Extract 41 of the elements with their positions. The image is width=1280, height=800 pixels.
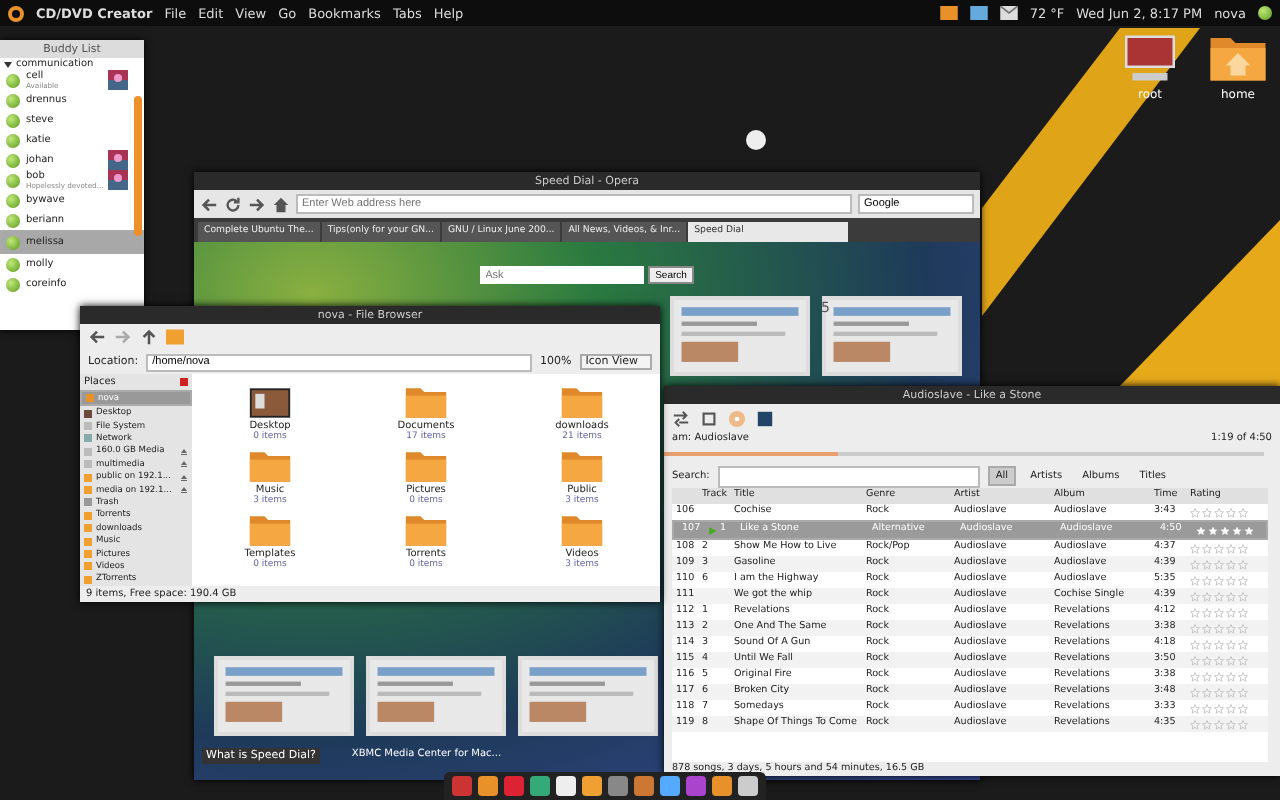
eject-icon[interactable] <box>180 486 188 495</box>
expander-icon[interactable] <box>4 61 12 67</box>
shuffle-icon[interactable] <box>672 409 690 427</box>
forward-icon[interactable] <box>248 195 266 213</box>
eject-icon[interactable] <box>180 447 188 456</box>
star-rating[interactable] <box>1190 671 1250 681</box>
page-thumbnail[interactable] <box>669 296 809 376</box>
eject-icon[interactable] <box>180 473 188 482</box>
page-thumbnail[interactable] <box>213 656 353 736</box>
star-rating[interactable] <box>1190 559 1250 569</box>
star-rating[interactable] <box>1190 591 1250 601</box>
page-thumbnail[interactable] <box>365 656 505 736</box>
status-icon[interactable] <box>1258 6 1272 20</box>
page-thumbnail[interactable] <box>517 656 657 736</box>
mail-icon[interactable] <box>999 6 1018 20</box>
reload-icon[interactable] <box>224 195 242 213</box>
star-rating[interactable] <box>1190 543 1250 553</box>
star-rating[interactable] <box>1190 703 1250 713</box>
star-rating[interactable] <box>1190 575 1250 585</box>
square-icon[interactable] <box>756 409 774 427</box>
up-icon[interactable] <box>140 328 158 346</box>
star-rating[interactable] <box>1190 655 1250 665</box>
home-icon[interactable] <box>272 195 290 213</box>
star-rating[interactable] <box>1190 719 1250 729</box>
desktop-icon[interactable] <box>248 386 292 420</box>
computer-icon[interactable] <box>1120 32 1180 84</box>
page-thumbnail[interactable] <box>821 296 961 376</box>
star-rating[interactable] <box>1190 607 1250 617</box>
menu-icon[interactable] <box>8 5 24 21</box>
back-icon[interactable] <box>200 195 218 213</box>
star-rating[interactable] <box>1190 687 1250 697</box>
disc-icon[interactable] <box>728 409 746 427</box>
star-rating[interactable] <box>1190 623 1250 633</box>
scrollbar[interactable] <box>134 96 142 236</box>
back-icon[interactable] <box>88 328 106 346</box>
eject-icon[interactable] <box>180 460 188 469</box>
search-field[interactable] <box>717 465 980 487</box>
star-rating[interactable] <box>1196 525 1256 535</box>
paint-splash-drawing <box>746 130 766 150</box>
star-rating[interactable] <box>1190 507 1250 517</box>
star-rating[interactable] <box>1190 639 1250 649</box>
